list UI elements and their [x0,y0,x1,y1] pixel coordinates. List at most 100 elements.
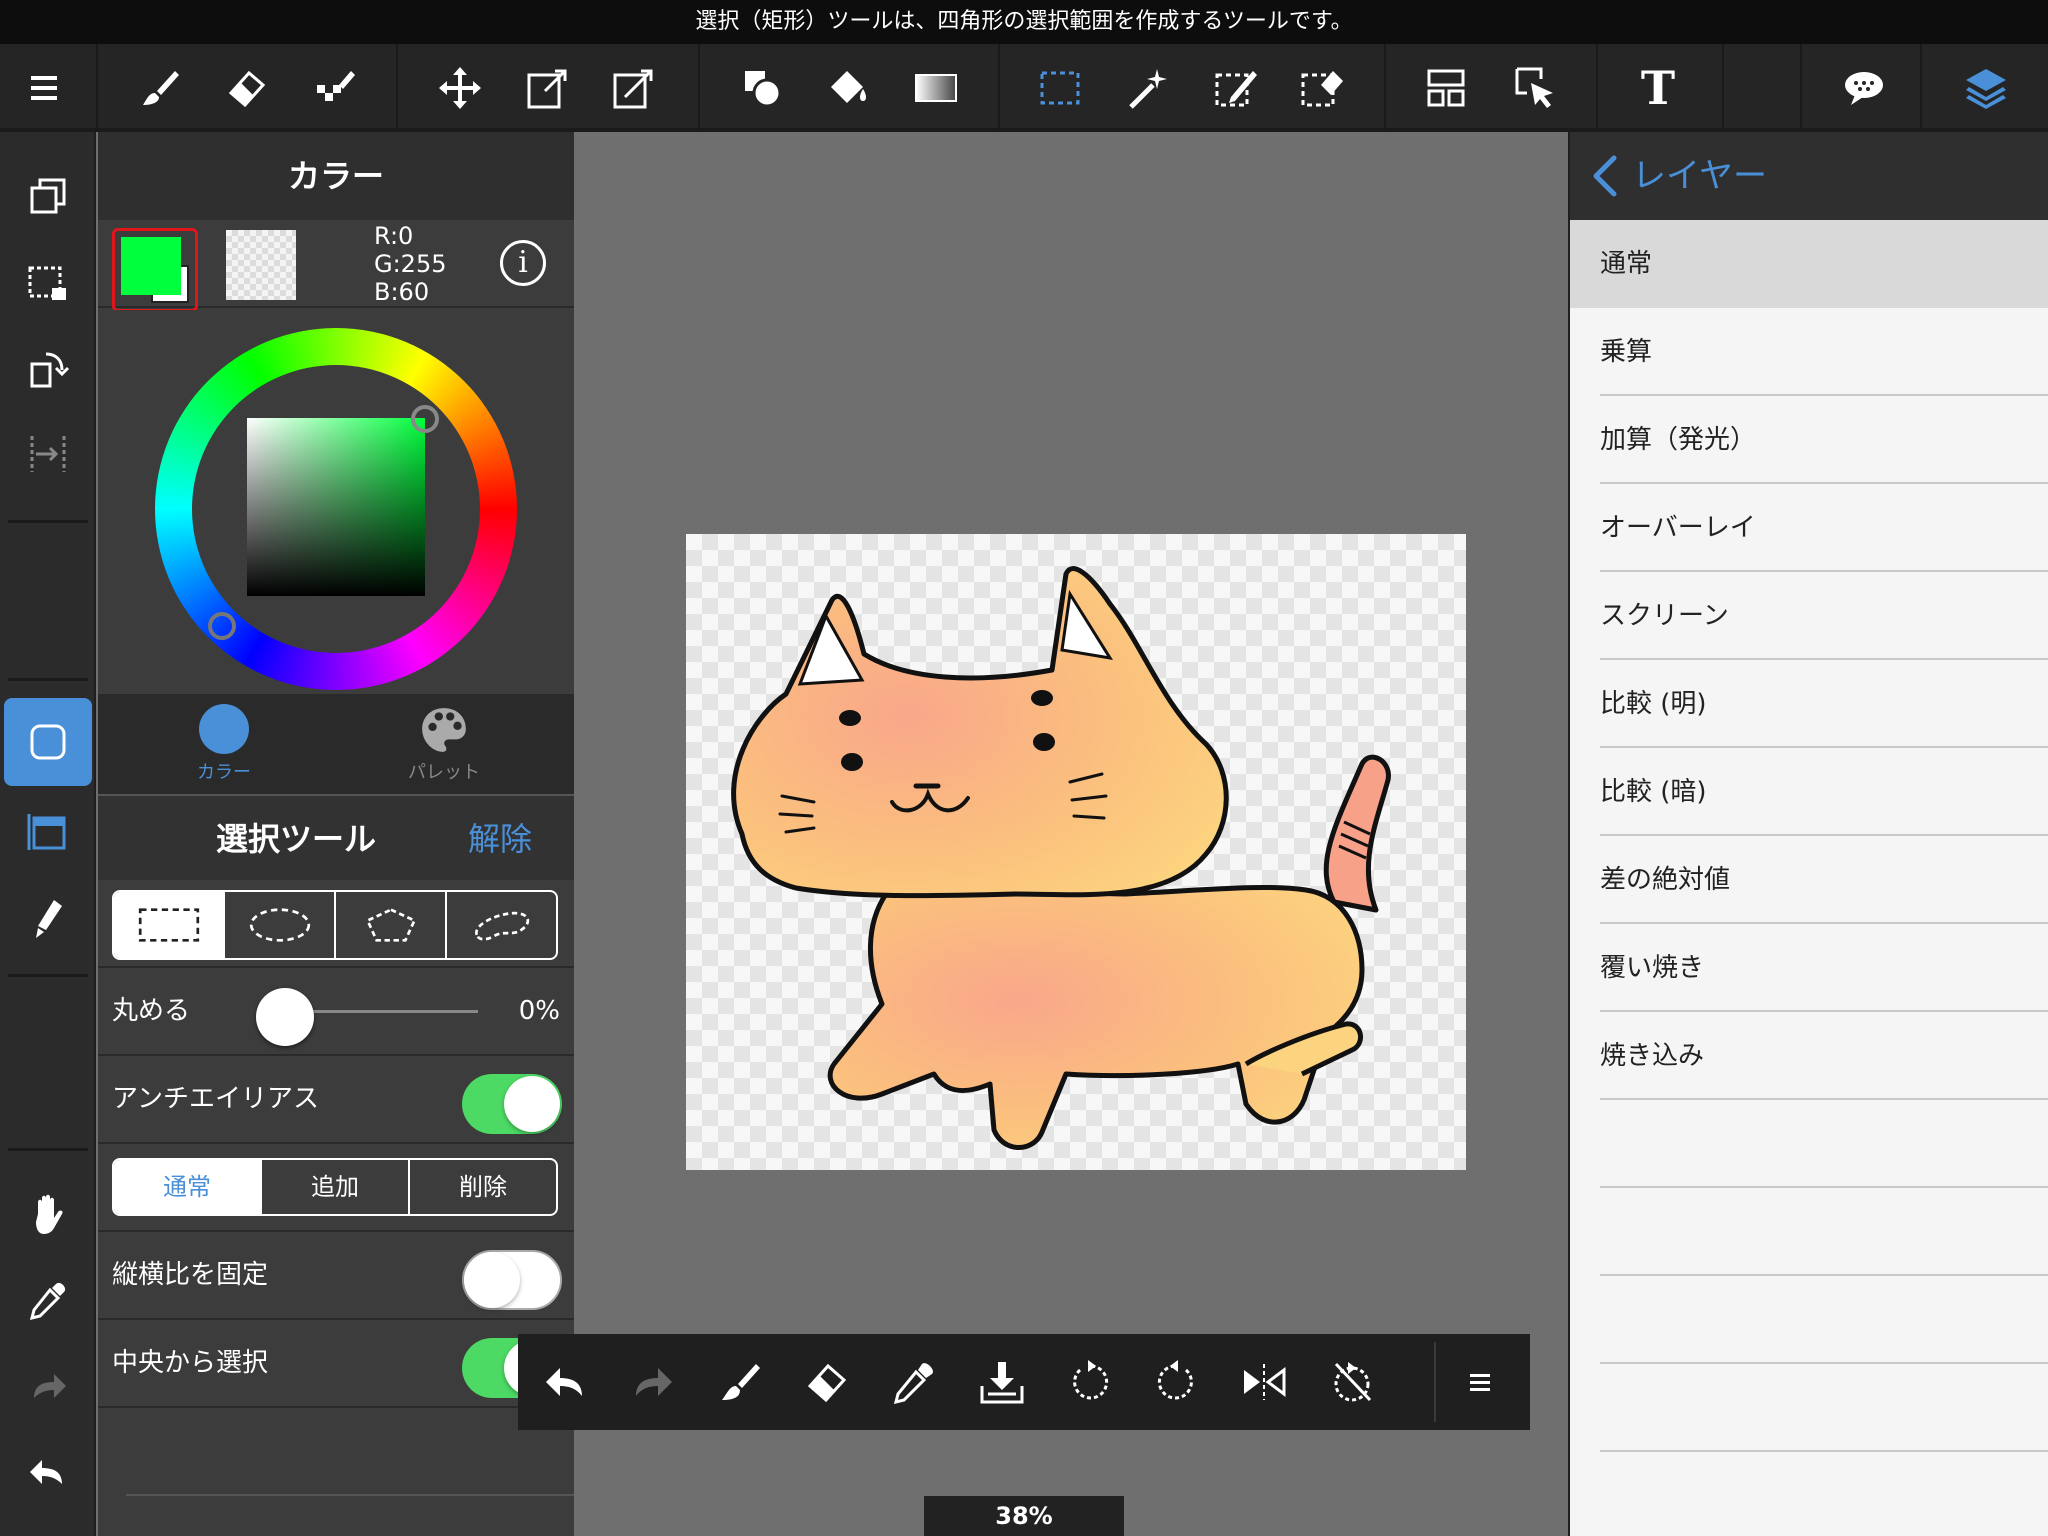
eraser-icon[interactable] [210,52,282,124]
color-panel-title: カラー [98,132,574,220]
blend-mode-label: 差の絶対値 [1600,865,1731,895]
blend-mode-item[interactable]: 比較 (明) [1570,660,2048,748]
fixed-ratio-row: 縦横比を固定 [98,1232,574,1320]
rgb-readout: R:0 G:255 B:60 [374,222,447,306]
sv-handle[interactable] [411,405,439,433]
fixed-ratio-toggle[interactable] [462,1250,562,1310]
undo-icon[interactable] [530,1346,602,1418]
ellipse-shape-icon[interactable] [225,892,336,958]
primary-color[interactable] [121,237,181,295]
color-swatch[interactable] [112,228,198,312]
snap-icon[interactable] [12,418,84,490]
select-eraser-icon[interactable] [1286,52,1358,124]
rgb-b: B:60 [374,278,430,306]
blend-mode-item[interactable]: 差の絶対値 [1570,836,2048,924]
blend-mode-label: 比較 (暗) [1600,777,1707,807]
brush-icon[interactable] [124,52,196,124]
move-icon[interactable] [424,52,496,124]
hue-handle[interactable] [208,612,236,640]
redo-icon[interactable] [12,1350,84,1422]
select-layer-icon[interactable] [12,246,84,318]
info-icon[interactable]: i [500,240,546,286]
left-icon-column [0,132,96,1536]
clear-selection-button[interactable]: 解除 [468,796,532,882]
empty-list-row [1570,1100,2048,1188]
mesh-transform-icon[interactable] [598,52,670,124]
undo-icon[interactable] [12,1436,84,1508]
blend-mode-item[interactable]: オーバーレイ [1570,484,2048,572]
magic-wand-icon[interactable] [1112,52,1184,124]
color-info-row: R:0 G:255 B:60 i [98,220,574,312]
main-toolbar: T [0,44,2048,132]
tab-color-label: カラー [197,762,251,783]
layer-layout-icon[interactable] [1410,52,1482,124]
pen-icon[interactable] [12,882,84,954]
tab-palette[interactable]: パレット [344,704,544,790]
round-row: 丸める 0% [98,968,574,1056]
blend-mode-item[interactable]: 焼き込み [1570,1012,2048,1100]
gradient-icon[interactable] [900,52,972,124]
blend-mode-label: 通常 [1600,249,1653,279]
rotate-right-icon[interactable] [1140,1346,1212,1418]
palette-icon [422,708,466,752]
brush-size-icon[interactable] [4,698,92,786]
shape-fill-icon[interactable] [726,52,798,124]
eyedropper-icon[interactable] [878,1346,950,1418]
back-label: レイヤー [1632,156,1767,196]
speech-bubble-icon[interactable] [1828,52,1900,124]
saturation-value-square[interactable] [247,418,425,596]
antialias-toggle[interactable] [462,1074,562,1134]
rotate-reset-icon[interactable] [1316,1346,1388,1418]
chevron-left-icon [1593,155,1617,197]
round-slider-knob[interactable] [256,988,314,1046]
antialias-label: アンチエイリアス [112,1084,319,1114]
more-menu-icon[interactable] [1444,1346,1516,1418]
blend-mode-item[interactable]: スクリーン [1570,572,2048,660]
layers-icon[interactable] [1950,52,2022,124]
round-label: 丸める [112,996,191,1026]
tab-color[interactable]: カラー [124,704,324,790]
lasso-shape-icon[interactable] [447,892,556,958]
save-icon[interactable] [966,1346,1038,1418]
operation-icon[interactable] [1500,52,1572,124]
select-pen-icon[interactable] [1200,52,1272,124]
empty-list-row [1570,1364,2048,1452]
brush-icon[interactable] [704,1346,776,1418]
blend-mode-item[interactable]: 加算（発光） [1570,396,2048,484]
blend-mode-item[interactable]: 比較 (暗) [1570,748,2048,836]
frame-icon[interactable] [12,796,84,868]
redo-icon[interactable] [616,1346,688,1418]
layer-panel-header: レイヤー [1570,132,2048,220]
bucket-icon[interactable] [812,52,884,124]
duplicate-layer-icon[interactable] [12,160,84,232]
blend-mode-label: オーバーレイ [1600,513,1756,543]
drawing-canvas[interactable] [686,534,1466,1170]
text-icon[interactable]: T [1622,52,1694,124]
eraser-icon[interactable] [790,1346,862,1418]
rotate-left-icon[interactable] [1054,1346,1126,1418]
rotate-canvas-icon[interactable] [12,332,84,404]
mode-add-button[interactable]: 追加 [262,1160,410,1214]
hand-icon[interactable] [12,1178,84,1250]
selection-mode-segment: 通常 追加 削除 [112,1158,558,1216]
menu-icon[interactable] [8,52,80,124]
blend-mode-item[interactable]: 通常 [1570,220,2048,308]
transform-icon[interactable] [512,52,584,124]
blend-mode-item[interactable]: 覆い焼き [1570,924,2048,1012]
cat-illustration [731,566,1391,1150]
eyedropper-icon[interactable] [12,1264,84,1336]
rect-select-icon[interactable] [1024,52,1096,124]
blend-mode-label: 加算（発光） [1600,425,1757,455]
transparent-color[interactable] [226,230,296,300]
blend-mode-item[interactable]: 乗算 [1570,308,2048,396]
mode-normal-button[interactable]: 通常 [114,1160,262,1214]
mode-remove-button[interactable]: 削除 [410,1160,556,1214]
flip-icon[interactable] [1228,1346,1300,1418]
dot-tool-icon[interactable] [298,52,370,124]
back-to-layers-button[interactable]: レイヤー [1590,132,1767,220]
tooltip-bar: 選択（矩形）ツールは、四角形の選択範囲を作成するツールです。 [0,0,2048,44]
layer-panel: レイヤー 通常乗算加算（発光） オーバーレイスクリーン 比較 (明) 比較 (暗) 差の… [1568,132,2048,1536]
polygon-shape-icon[interactable] [336,892,447,958]
rect-shape-icon[interactable] [114,892,225,958]
zoom-indicator: 38% [924,1496,1124,1536]
